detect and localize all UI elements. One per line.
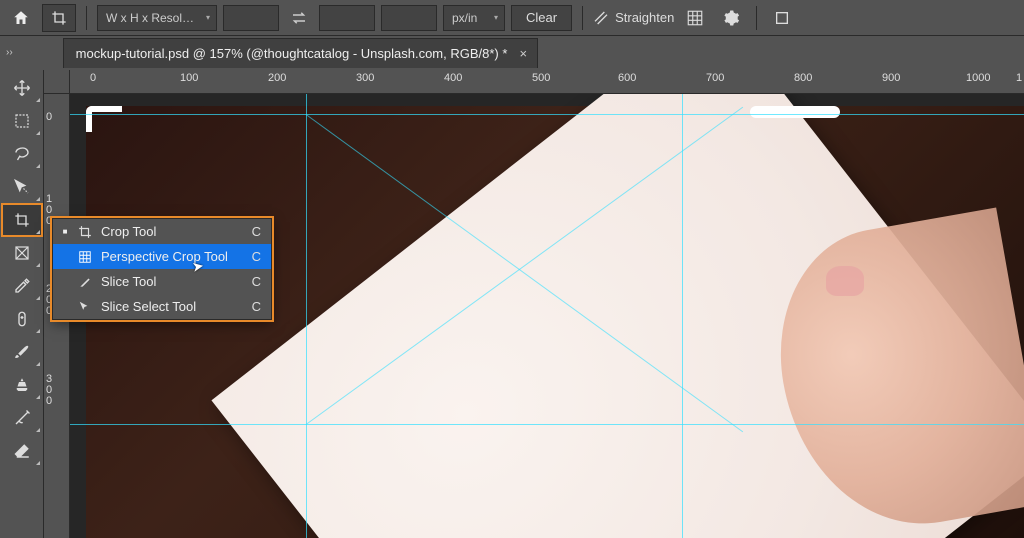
document-tab-bar: ›› mockup-tutorial.psd @ 157% (@thoughtc…: [0, 36, 1024, 70]
ruler-tick: 900: [882, 72, 900, 84]
ruler-tick: 600: [618, 72, 636, 84]
clone-stamp-tool[interactable]: [2, 369, 42, 401]
expand-panels-icon[interactable]: ››: [6, 49, 13, 57]
ruler-tick: 1: [1016, 72, 1022, 84]
flyout-shortcut: C: [252, 299, 261, 314]
flyout-item-slice-tool[interactable]: Slice Tool C: [53, 269, 271, 294]
close-tab-button[interactable]: ×: [517, 46, 529, 61]
ruler-origin[interactable]: [44, 70, 70, 94]
ruler-tick: 0: [90, 72, 96, 84]
clear-button[interactable]: Clear: [511, 5, 572, 31]
fingernail: [826, 266, 864, 296]
brush-tool[interactable]: [2, 336, 42, 368]
ruler-tick: 800: [794, 72, 812, 84]
mouse-cursor-icon: ➤: [191, 257, 206, 276]
perspective-crop-icon: [77, 250, 93, 264]
slice-icon: [77, 275, 93, 289]
active-marker-icon: ■: [61, 227, 69, 236]
ruler-tick: 0: [46, 385, 52, 395]
crop-handle-top[interactable]: [750, 106, 840, 118]
flyout-label: Crop Tool: [101, 224, 244, 239]
flyout-shortcut: C: [252, 224, 261, 239]
crop-options-gear-button[interactable]: [716, 4, 746, 32]
flyout-label: Slice Select Tool: [101, 299, 244, 314]
flyout-shortcut: C: [252, 274, 261, 289]
flyout-shortcut: C: [252, 249, 261, 264]
document-image: [86, 106, 1024, 538]
flyout-item-perspective-crop-tool[interactable]: Perspective Crop Tool C: [53, 244, 271, 269]
ruler-tick: 0: [46, 205, 52, 215]
crop-guide: [70, 114, 1024, 115]
ruler-tick: 300: [356, 72, 374, 84]
swap-dimensions-button[interactable]: [285, 5, 313, 31]
horizontal-ruler[interactable]: 0 100 200 300 400 500 600 700 800 900 10…: [70, 70, 1024, 94]
marquee-tool[interactable]: [2, 105, 42, 137]
document-tab-title: mockup-tutorial.psd @ 157% (@thoughtcata…: [76, 46, 508, 61]
delete-cropped-button[interactable]: [767, 4, 797, 32]
eyedropper-tool[interactable]: [2, 270, 42, 302]
flyout-item-crop-tool[interactable]: ■ Crop Tool C: [53, 219, 271, 244]
move-tool[interactable]: [2, 72, 42, 104]
crop-guide: [70, 424, 1024, 425]
ratio-preset-dropdown[interactable]: W x H x Resol… ▾: [97, 5, 217, 31]
clear-label: Clear: [526, 10, 557, 25]
ruler-tick: 1: [46, 194, 52, 204]
crop-guide: [682, 94, 683, 538]
frame-tool[interactable]: [2, 237, 42, 269]
ratio-preset-label: W x H x Resol…: [106, 11, 194, 25]
unit-dropdown[interactable]: px/in ▾: [443, 5, 505, 31]
active-tool-indicator[interactable]: [42, 4, 76, 32]
crop-handle-top-left[interactable]: [86, 106, 122, 132]
ruler-tick: 3: [46, 374, 52, 384]
quick-selection-tool[interactable]: [2, 171, 42, 203]
crop-tool[interactable]: [2, 204, 42, 236]
ruler-tick: 500: [532, 72, 550, 84]
home-button[interactable]: [6, 4, 36, 32]
ruler-tick: 1000: [966, 72, 990, 84]
crop-guide: [306, 94, 307, 538]
flyout-label: Perspective Crop Tool: [101, 249, 244, 264]
lasso-tool[interactable]: [2, 138, 42, 170]
straighten-button[interactable]: Straighten: [593, 10, 674, 26]
height-input[interactable]: [319, 5, 375, 31]
separator: [582, 6, 583, 30]
separator: [756, 6, 757, 30]
ruler-tick: 100: [180, 72, 198, 84]
ruler-tick: 0: [46, 396, 52, 406]
chevron-down-icon: ▾: [206, 13, 210, 22]
healing-brush-tool[interactable]: [2, 303, 42, 335]
toolbox: [0, 70, 44, 538]
options-bar: W x H x Resol… ▾ px/in ▾ Clear Straighte…: [0, 0, 1024, 36]
slice-select-icon: [77, 300, 93, 314]
straighten-label: Straighten: [615, 10, 674, 25]
resolution-input[interactable]: [381, 5, 437, 31]
ruler-tick: 200: [268, 72, 286, 84]
ruler-tick: 0: [46, 112, 52, 122]
flyout-item-slice-select-tool[interactable]: Slice Select Tool C: [53, 294, 271, 319]
ruler-tick: 400: [444, 72, 462, 84]
unit-label: px/in: [452, 11, 477, 25]
ruler-tick: 700: [706, 72, 724, 84]
eraser-tool[interactable]: [2, 435, 42, 467]
history-brush-tool[interactable]: [2, 402, 42, 434]
crop-icon: [77, 225, 93, 239]
crop-tool-flyout: ■ Crop Tool C Perspective Crop Tool C Sl…: [52, 218, 272, 320]
document-tab[interactable]: mockup-tutorial.psd @ 157% (@thoughtcata…: [63, 38, 538, 68]
width-input[interactable]: [223, 5, 279, 31]
chevron-down-icon: ▾: [494, 13, 498, 22]
separator: [86, 6, 87, 30]
grid-overlay-button[interactable]: [680, 4, 710, 32]
flyout-label: Slice Tool: [101, 274, 244, 289]
